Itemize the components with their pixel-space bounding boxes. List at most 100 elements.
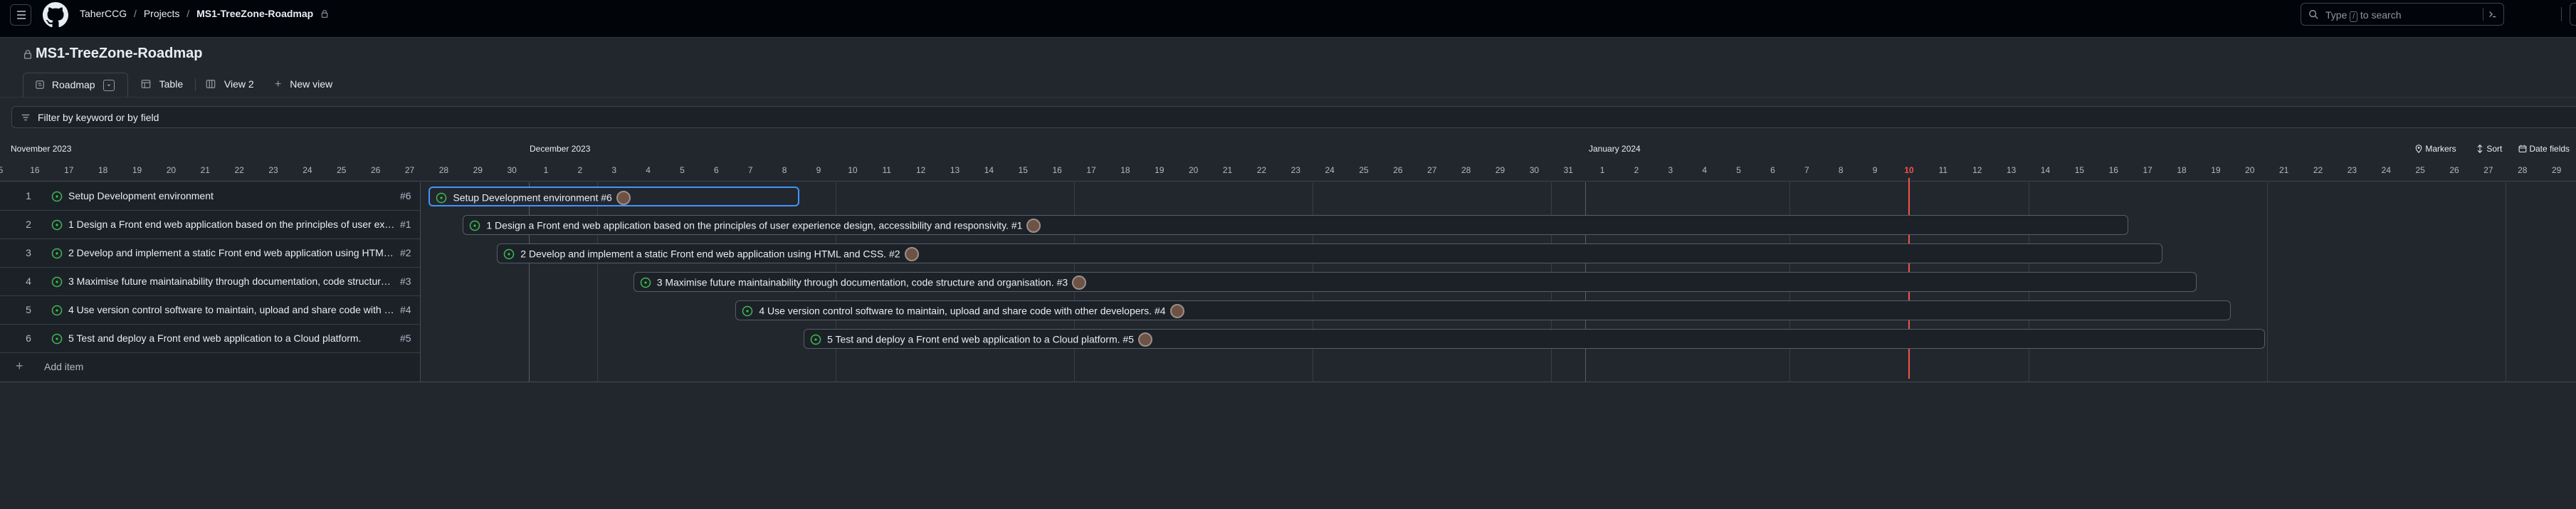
day-label: 7	[1804, 165, 1809, 175]
status-indicator	[51, 191, 63, 206]
assignee-avatar[interactable]	[904, 247, 919, 261]
item-title[interactable]: 5 Test and deploy a Front end web applic…	[68, 332, 396, 344]
sort-label: Sort	[2486, 144, 2503, 154]
sort-button[interactable]: Sort	[2476, 144, 2502, 154]
item-title[interactable]: 3 Maximise future maintainability throug…	[68, 276, 396, 287]
day-label: 26	[370, 165, 381, 175]
day-label: 29	[473, 165, 483, 175]
timeline-bar[interactable]: 4 Use version control software to mainta…	[735, 300, 2231, 320]
month-label: January 2024	[1589, 144, 1641, 154]
day-label: 12	[915, 165, 926, 175]
date-fields-button[interactable]: Date fields	[2518, 144, 2570, 154]
day-label: 14	[2040, 165, 2051, 175]
search-icon	[2309, 10, 2318, 19]
item-title[interactable]: 1 Design a Front end web application bas…	[68, 219, 396, 230]
status-indicator	[51, 305, 63, 320]
day-label: 17	[2143, 165, 2152, 175]
day-label: 21	[200, 165, 210, 175]
timeline-bar[interactable]: 5 Test and deploy a Front end web applic…	[804, 329, 2265, 349]
tab-label: Roadmap	[51, 79, 95, 90]
day-label: 23	[2347, 165, 2357, 175]
day-label: 14	[984, 165, 994, 175]
day-label: 11	[1938, 165, 1948, 175]
breadcrumb-separator: /	[134, 8, 137, 19]
day-label: 8	[1838, 165, 1844, 175]
table-row[interactable]: 2 1 Design a Front end web application ba…	[0, 211, 420, 239]
markers-button[interactable]: Markers	[2414, 144, 2456, 154]
bar-number: #5	[1123, 333, 1134, 345]
issue-open-icon	[51, 333, 63, 345]
issue-open-icon	[51, 248, 63, 259]
row-number: 1	[26, 190, 31, 201]
table-row[interactable]: 1 Setup Development environment #6	[0, 182, 420, 211]
item-list: + Add item 1 Setup Development environmen…	[0, 182, 421, 382]
breadcrumb-owner[interactable]: TaherCCG	[80, 8, 127, 19]
command-palette-icon[interactable]	[2483, 8, 2498, 21]
assignee-avatar[interactable]	[1026, 219, 1041, 233]
lock-icon	[23, 50, 32, 59]
timeline-bar[interactable]: 2 Develop and implement a static Front e…	[497, 243, 2163, 263]
menu-button[interactable]	[10, 4, 31, 26]
table-row[interactable]: 5 4 Use version control software to maint…	[0, 296, 420, 325]
tab-table[interactable]: Table	[141, 73, 183, 97]
day-label: 26	[1393, 165, 1403, 175]
timeline-bar[interactable]: 1 Design a Front end web application bas…	[463, 215, 2129, 235]
month-label: December 2023	[530, 144, 591, 154]
table-row[interactable]: 4 3 Maximise future maintainability throu…	[0, 268, 420, 296]
status-indicator	[640, 277, 651, 292]
search-text-before: Type	[2325, 9, 2348, 21]
table-icon	[141, 80, 151, 88]
filter-placeholder: Filter by keyword or by field	[38, 112, 159, 123]
add-item-button[interactable]: + Add item	[0, 353, 420, 382]
marker-icon	[2415, 145, 2422, 153]
day-label: 6	[714, 165, 719, 175]
item-number: #2	[400, 247, 411, 258]
day-label: 11	[882, 165, 891, 175]
filter-input[interactable]: Filter by keyword or by field	[11, 106, 2576, 128]
tab-view-2[interactable]: View 2	[206, 73, 254, 97]
day-label: 25	[2415, 165, 2425, 175]
breadcrumb-projects[interactable]: Projects	[144, 8, 180, 19]
item-title[interactable]: Setup Development environment	[68, 190, 396, 201]
day-label: 27	[404, 165, 415, 175]
search-text-after: to search	[2360, 9, 2402, 21]
timeline-bar[interactable]: Setup Development environment #6	[429, 187, 800, 206]
assignee-avatar[interactable]	[616, 191, 631, 205]
assignee-avatar[interactable]	[1072, 276, 1087, 290]
header-action-button[interactable]	[2570, 3, 2576, 26]
assignee-avatar[interactable]	[1137, 332, 1152, 347]
day-label: 4	[1702, 165, 1708, 175]
new-view-button[interactable]: + New view	[275, 73, 332, 97]
tab-roadmap[interactable]: Roadmap	[23, 73, 128, 97]
assignee-avatar[interactable]	[1169, 304, 1184, 318]
issue-open-icon	[51, 276, 63, 288]
day-label: 28	[1461, 165, 1471, 175]
bar-title: 3 Maximise future maintainability throug…	[656, 276, 1057, 288]
table-row[interactable]: 3 2 Develop and implement a static Front …	[0, 239, 420, 268]
day-label: 13	[2006, 165, 2017, 175]
item-title[interactable]: 4 Use version control software to mainta…	[68, 304, 396, 315]
item-title[interactable]: 2 Develop and implement a static Front e…	[68, 247, 396, 258]
day-label: 15	[2074, 165, 2085, 175]
day-label: 20	[1188, 165, 1199, 175]
timeline-bar[interactable]: 3 Maximise future maintainability throug…	[633, 272, 2197, 292]
breadcrumb-separator: /	[186, 8, 190, 19]
day-label: 20	[166, 165, 177, 175]
view-options-chevron-icon[interactable]	[103, 80, 115, 92]
row-number: 2	[26, 219, 31, 230]
day-label: 3	[611, 165, 617, 175]
day-label: 22	[1256, 165, 1267, 175]
day-label: 17	[64, 165, 74, 175]
day-label: 1	[1599, 165, 1605, 175]
table-row[interactable]: 6 5 Test and deploy a Front end web appli…	[0, 325, 420, 353]
breadcrumb-project[interactable]: MS1-TreeZone-Roadmap	[196, 8, 313, 19]
row-number: 6	[26, 332, 31, 344]
day-label: 24	[1325, 165, 1335, 175]
bar-number: #4	[1154, 305, 1166, 317]
day-label: 25	[1359, 165, 1369, 175]
issue-open-icon	[51, 191, 63, 202]
day-label: 5	[1736, 165, 1741, 175]
search-input[interactable]: Type / to search	[2301, 3, 2504, 26]
github-logo-icon[interactable]	[43, 2, 68, 28]
day-label: 30	[1529, 165, 1540, 175]
